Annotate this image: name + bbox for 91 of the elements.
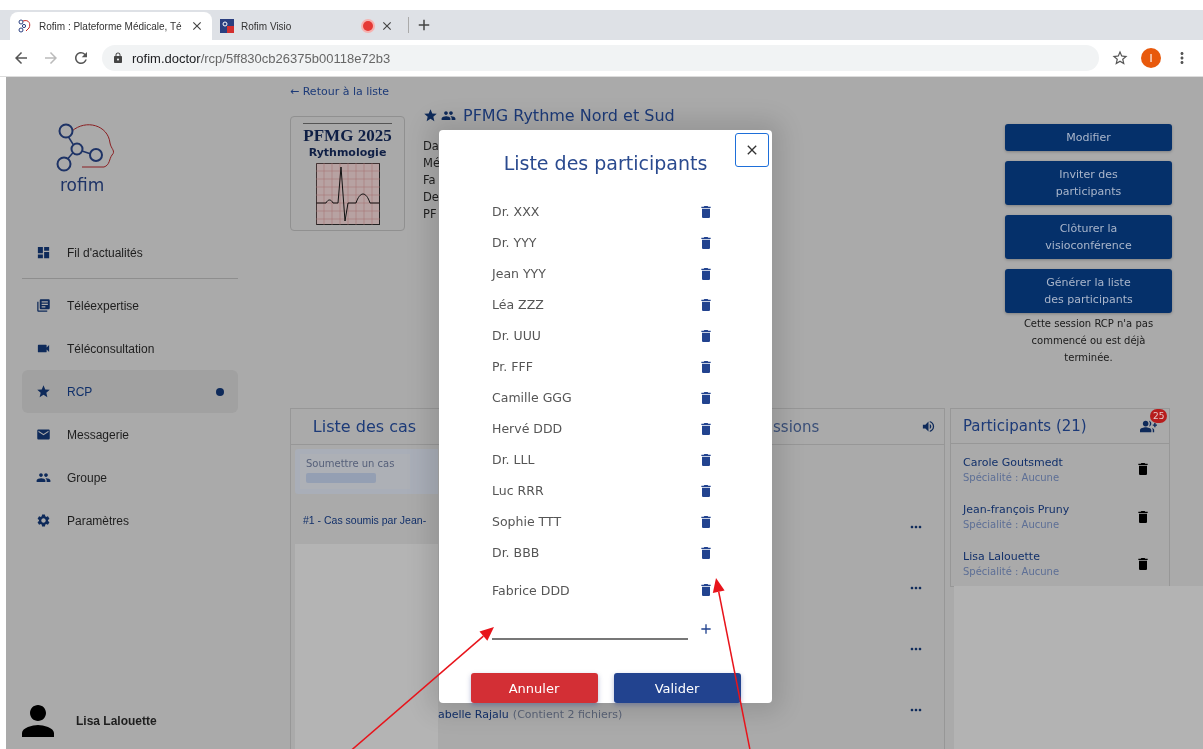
trash-icon[interactable] bbox=[698, 389, 714, 406]
session-detail: De bbox=[423, 189, 439, 206]
trash-icon[interactable] bbox=[698, 544, 714, 561]
sidebar-item[interactable]: Paramètres bbox=[22, 499, 238, 542]
session-detail: Fa bbox=[423, 172, 436, 189]
participant-name: Camille GGG bbox=[492, 390, 573, 405]
star-icon[interactable] bbox=[423, 107, 438, 123]
back-link[interactable]: ← Retour à la liste bbox=[290, 85, 390, 98]
trash-icon[interactable] bbox=[1135, 508, 1151, 525]
trash-icon[interactable] bbox=[698, 327, 714, 344]
action-button[interactable]: Générer la liste des participants bbox=[1005, 269, 1172, 313]
logo-icon bbox=[18, 19, 32, 33]
trash-icon[interactable] bbox=[1135, 461, 1151, 478]
trash-icon[interactable] bbox=[698, 420, 714, 437]
participant-name: Léa ZZZ bbox=[492, 297, 545, 312]
participant-name: Luc RRR bbox=[492, 483, 545, 498]
participant-specialty: Spécialité : Aucune bbox=[963, 519, 1061, 531]
close-icon[interactable] bbox=[190, 19, 204, 33]
session-detail: Da bbox=[423, 138, 439, 155]
submit-label: Soumettre un cas bbox=[306, 458, 396, 469]
logo-text: rofim bbox=[60, 175, 105, 195]
sidebar-item[interactable]: RCP bbox=[22, 370, 238, 413]
participant-specialty: Spécialité : Aucune bbox=[963, 472, 1061, 483]
lock-icon bbox=[112, 52, 124, 64]
sidebar-item[interactable]: Téléconsultation bbox=[22, 327, 238, 370]
participant-name: Dr. YYY bbox=[492, 235, 538, 250]
trash-icon[interactable] bbox=[698, 358, 714, 375]
confirm-button[interactable]: Valider bbox=[613, 673, 741, 703]
placeholder-bar bbox=[306, 473, 376, 483]
address-field[interactable]: rofim.doctor/rcp/5ff830cb26375b00118e72b3 bbox=[102, 45, 1099, 71]
action-button[interactable]: Modifier bbox=[1005, 124, 1172, 151]
participants-title: Participants (21) bbox=[963, 417, 1087, 436]
trash-icon[interactable] bbox=[698, 203, 714, 220]
participant-name: Dr. UUU bbox=[492, 328, 542, 343]
session-detail: PF bbox=[423, 206, 437, 223]
trash-icon[interactable] bbox=[1135, 555, 1151, 572]
close-button[interactable] bbox=[735, 133, 769, 167]
trash-icon[interactable] bbox=[698, 265, 714, 282]
participant-name: Carole Goutsmedt bbox=[963, 456, 1064, 469]
close-icon[interactable] bbox=[380, 19, 394, 33]
cover-subtitle: Rythmologie bbox=[308, 146, 387, 159]
trash-icon[interactable] bbox=[698, 234, 714, 251]
panel-tab[interactable]: ssions bbox=[773, 417, 820, 436]
participant-name: Hervé DDD bbox=[492, 421, 564, 436]
action-button[interactable]: Inviter des participants bbox=[1005, 161, 1172, 205]
participant-name: Dr. LLL bbox=[492, 452, 536, 467]
panel-tab[interactable]: Liste des cas bbox=[312, 417, 417, 436]
session-detail: Mé bbox=[423, 155, 440, 172]
participant-name: Sophie TTT bbox=[492, 514, 563, 529]
participant-name: Pr. FFF bbox=[492, 359, 534, 374]
reload-icon[interactable] bbox=[72, 49, 90, 67]
sidebar-item[interactable]: Messagerie bbox=[22, 413, 238, 456]
settings-icon bbox=[36, 513, 51, 528]
browser-tab[interactable]: Rofim Visio bbox=[212, 12, 402, 40]
stacked-pages-icon bbox=[36, 298, 51, 313]
cover-title: PFMG 2025 bbox=[303, 123, 392, 146]
cancel-button[interactable]: Annuler bbox=[470, 673, 598, 703]
profile-avatar[interactable]: I bbox=[1141, 48, 1161, 68]
session-title: PFMG Rythme Nord et Sud bbox=[463, 105, 675, 125]
participant-name: Dr. BBB bbox=[492, 545, 541, 560]
trash-icon[interactable] bbox=[698, 513, 714, 530]
case-title[interactable]: #1 - Cas soumis par Jean- bbox=[303, 514, 427, 526]
participant-name: Jean YYY bbox=[492, 266, 547, 281]
star-icon bbox=[36, 384, 51, 399]
sidebar-item[interactable]: Fil d'actualités bbox=[22, 231, 238, 274]
trash-icon[interactable] bbox=[698, 451, 714, 468]
case-owner: abelle Rajalu (Contient 2 fichiers) bbox=[438, 708, 623, 721]
dialog-title: Liste des participants bbox=[502, 152, 709, 176]
action-button[interactable]: Clôturer la visioconférence bbox=[1005, 215, 1172, 259]
sidebar-item[interactable]: Téléexpertise bbox=[22, 284, 238, 327]
session-note: Cette session RCP n'a pas commencé ou est déjà terminée. bbox=[1022, 317, 1155, 365]
participant-name: Lisa Lalouette bbox=[963, 550, 1041, 564]
count-badge: 25 bbox=[1150, 408, 1168, 423]
dashboard-icon bbox=[36, 245, 51, 260]
participant-name: Jean-françois Pruny bbox=[963, 503, 1071, 517]
logo-icon bbox=[220, 19, 234, 33]
participant-name: Dr. XXX bbox=[492, 204, 541, 219]
trash-icon[interactable] bbox=[698, 482, 714, 499]
add-icon[interactable] bbox=[698, 621, 714, 637]
browser-tab[interactable]: Rofim : Plateforme Médicale, Té bbox=[10, 12, 212, 40]
mail-icon bbox=[36, 427, 51, 442]
trash-icon[interactable] bbox=[698, 582, 714, 598]
speaker-icon[interactable] bbox=[921, 419, 936, 434]
people-icon bbox=[36, 470, 51, 485]
bookmark-star-icon[interactable] bbox=[1111, 49, 1129, 67]
trash-icon[interactable] bbox=[698, 296, 714, 313]
sidebar-item[interactable]: Groupe bbox=[22, 456, 238, 499]
participant-specialty: Spécialité : Aucune bbox=[963, 566, 1061, 578]
ecg-drawing bbox=[315, 163, 380, 225]
participant-name: Fabrice DDD bbox=[492, 582, 571, 598]
user-name[interactable]: Lisa Lalouette bbox=[76, 714, 157, 728]
